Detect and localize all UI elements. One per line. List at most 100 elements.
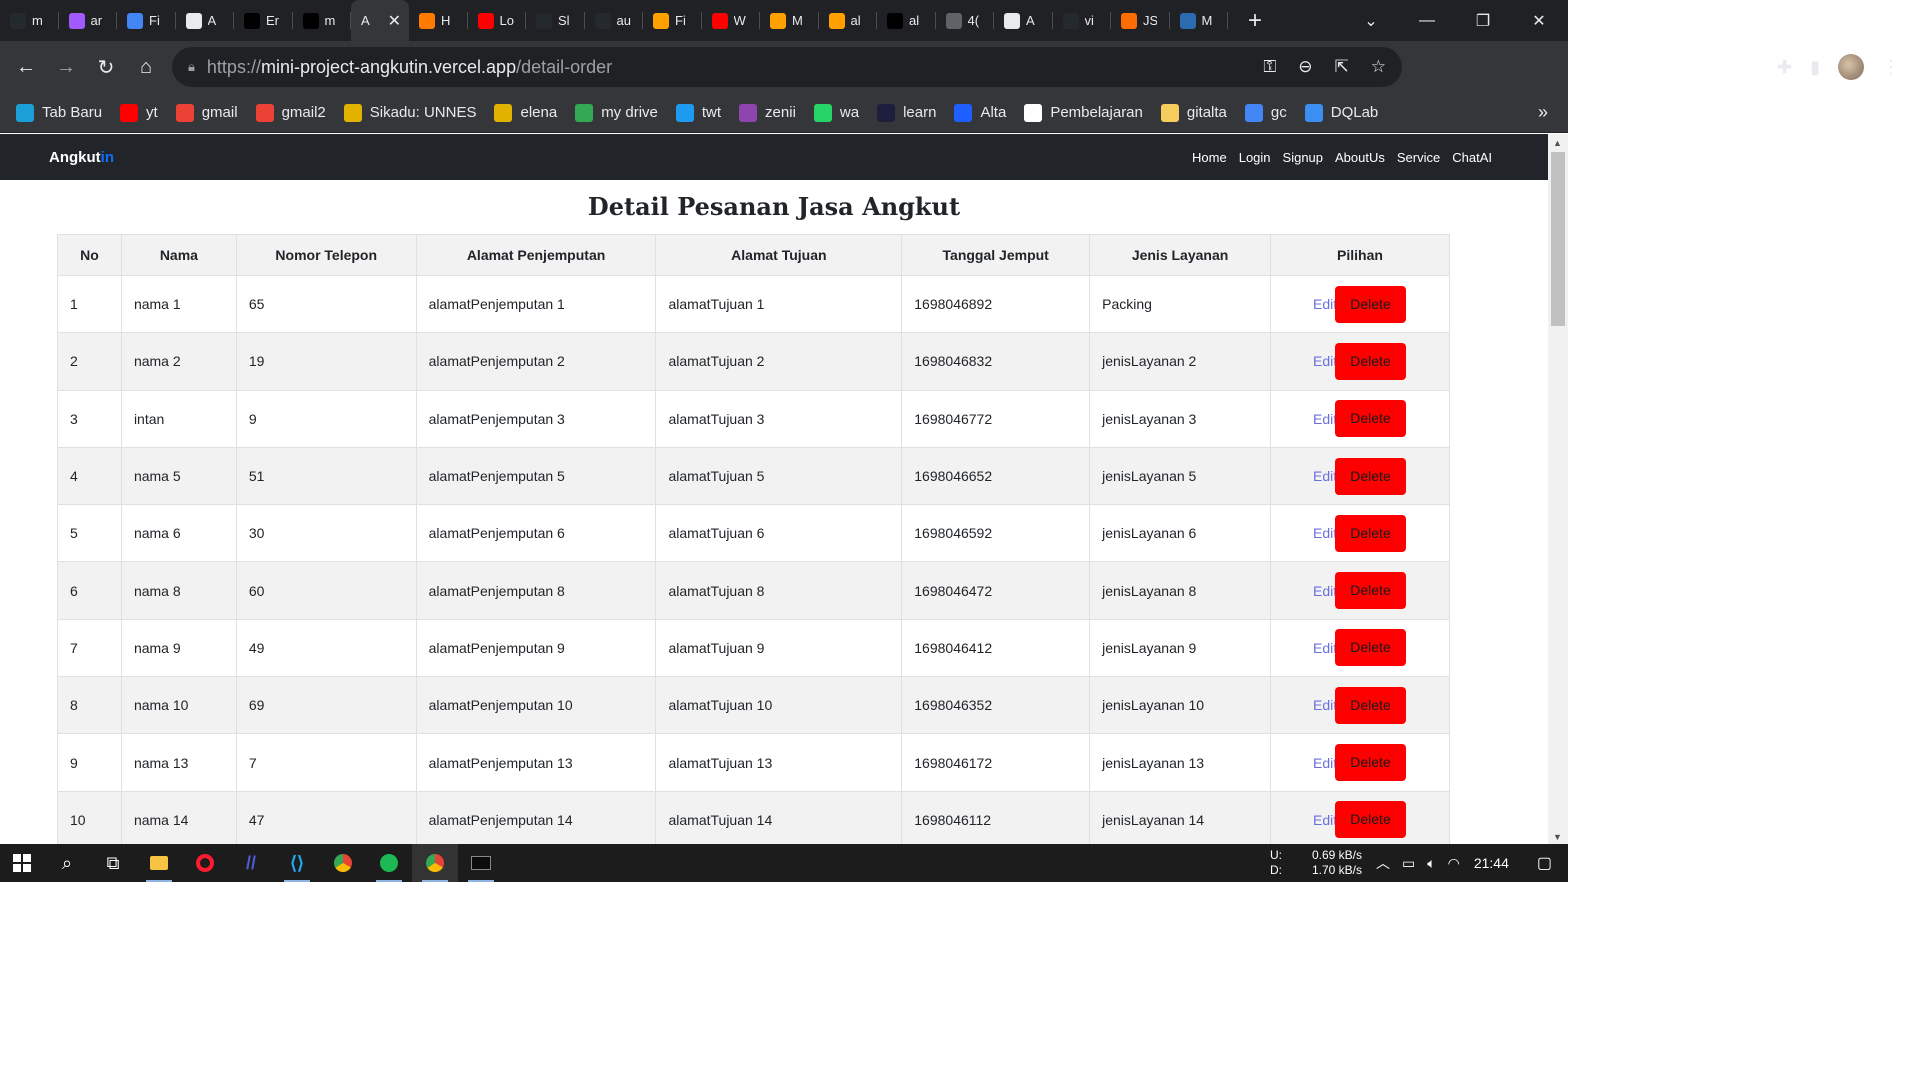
wifi-icon[interactable]: ◠ bbox=[1448, 855, 1460, 872]
browser-tab[interactable]: Lo bbox=[468, 0, 527, 41]
edit-link[interactable]: Edit bbox=[1313, 411, 1335, 427]
notification-icon[interactable]: ▢ bbox=[1537, 853, 1552, 873]
edit-link[interactable]: Edit bbox=[1313, 583, 1335, 599]
nav-link-service[interactable]: Service bbox=[1397, 150, 1440, 165]
forward-icon[interactable]: → bbox=[46, 47, 86, 87]
reload-icon[interactable]: ↻ bbox=[86, 47, 126, 87]
browser-tab[interactable]: au bbox=[585, 0, 644, 41]
restore-icon[interactable]: ❐ bbox=[1455, 0, 1511, 41]
edit-link[interactable]: Edit bbox=[1313, 812, 1335, 828]
clock[interactable]: 21:44 bbox=[1474, 855, 1509, 871]
terminal-icon[interactable] bbox=[458, 844, 504, 882]
tab-search-icon[interactable]: ⌄ bbox=[1343, 0, 1399, 41]
side-panel-icon[interactable]: ▮ bbox=[1810, 57, 1820, 78]
delete-button[interactable]: Delete bbox=[1335, 629, 1406, 667]
nav-link-aboutus[interactable]: AboutUs bbox=[1335, 150, 1385, 165]
edit-link[interactable]: Edit bbox=[1313, 697, 1335, 713]
browser-tab[interactable]: m bbox=[0, 0, 59, 41]
battery-icon[interactable]: ▭ bbox=[1402, 855, 1415, 872]
zoom-icon[interactable]: ⊖ bbox=[1298, 57, 1312, 77]
delete-button[interactable]: Delete bbox=[1335, 285, 1406, 323]
bookmark-item[interactable]: DQLab bbox=[1304, 103, 1378, 122]
browser-tab[interactable]: al bbox=[877, 0, 936, 41]
menu-icon[interactable]: ⋮ bbox=[1882, 57, 1900, 78]
password-key-icon[interactable]: ⚿ bbox=[1263, 57, 1276, 77]
delete-button[interactable]: Delete bbox=[1335, 400, 1406, 438]
bookmark-item[interactable]: Sikadu: UNNES bbox=[343, 103, 476, 122]
editor-icon[interactable]: // bbox=[228, 844, 274, 882]
minimize-icon[interactable]: — bbox=[1399, 0, 1455, 41]
windows-start-icon[interactable] bbox=[0, 844, 44, 882]
nav-link-chatai[interactable]: ChatAI bbox=[1452, 150, 1492, 165]
file-explorer-icon[interactable] bbox=[136, 844, 182, 882]
browser-tab[interactable]: Er bbox=[234, 0, 293, 41]
browser-tab[interactable]: Sl bbox=[526, 0, 585, 41]
share-icon[interactable]: ⇱ bbox=[1335, 57, 1349, 77]
bookmark-item[interactable]: gmail bbox=[175, 103, 238, 122]
browser-tab[interactable]: A bbox=[994, 0, 1053, 41]
scrollbar-thumb[interactable] bbox=[1551, 152, 1565, 326]
back-icon[interactable]: ← bbox=[6, 47, 46, 87]
chevron-up-icon[interactable]: ︿ bbox=[1376, 853, 1390, 873]
bookmark-item[interactable]: gitalta bbox=[1160, 103, 1227, 122]
address-bar[interactable]: 🔒︎ https://mini-project-angkutin.vercel.… bbox=[172, 47, 1402, 87]
nav-link-home[interactable]: Home bbox=[1192, 150, 1227, 165]
browser-tab[interactable]: Fi bbox=[117, 0, 176, 41]
delete-button[interactable]: Delete bbox=[1335, 572, 1406, 610]
edit-link[interactable]: Edit bbox=[1313, 640, 1335, 656]
edit-link[interactable]: Edit bbox=[1313, 525, 1335, 541]
search-icon[interactable]: ⌕ bbox=[44, 844, 90, 882]
browser-tab[interactable]: W bbox=[702, 0, 761, 41]
tab-active[interactable]: A ✕ bbox=[351, 0, 409, 41]
task-view-icon[interactable]: ⧉ bbox=[90, 844, 136, 882]
page-scrollbar[interactable]: ▲ ▼ bbox=[1548, 134, 1568, 844]
nav-link-login[interactable]: Login bbox=[1239, 150, 1271, 165]
browser-tab[interactable]: JS bbox=[1111, 0, 1170, 41]
bookmark-item[interactable]: learn bbox=[877, 103, 936, 122]
bookmark-item[interactable]: Pembelajaran bbox=[1024, 103, 1143, 122]
edit-link[interactable]: Edit bbox=[1313, 353, 1335, 369]
bookmark-item[interactable]: elena bbox=[494, 103, 557, 122]
edit-link[interactable]: Edit bbox=[1313, 296, 1335, 312]
delete-button[interactable]: Delete bbox=[1335, 801, 1406, 839]
scroll-up-icon[interactable]: ▲ bbox=[1553, 138, 1562, 148]
scroll-down-icon[interactable]: ▼ bbox=[1553, 832, 1562, 842]
browser-tab[interactable]: 4( bbox=[936, 0, 995, 41]
new-tab-icon[interactable]: + bbox=[1238, 4, 1272, 38]
close-window-icon[interactable]: ✕ bbox=[1511, 0, 1567, 41]
opera-icon[interactable] bbox=[182, 844, 228, 882]
browser-tab[interactable]: M bbox=[760, 0, 819, 41]
bookmarks-overflow-icon[interactable]: » bbox=[1538, 102, 1548, 123]
home-icon[interactable]: ⌂ bbox=[126, 47, 166, 87]
chrome-icon[interactable] bbox=[320, 844, 366, 882]
bookmark-item[interactable]: my drive bbox=[575, 103, 658, 122]
profile-avatar[interactable] bbox=[1838, 54, 1864, 80]
spotify-icon[interactable] bbox=[366, 844, 412, 882]
browser-tab[interactable]: H bbox=[409, 0, 468, 41]
browser-tab[interactable]: ar bbox=[59, 0, 118, 41]
bookmark-item[interactable]: zenii bbox=[739, 103, 796, 122]
bookmark-item[interactable]: gmail2 bbox=[255, 103, 326, 122]
chrome-active-icon[interactable] bbox=[412, 844, 458, 882]
vscode-icon[interactable]: ⟨⟩ bbox=[274, 844, 320, 882]
browser-tab[interactable]: al bbox=[819, 0, 878, 41]
browser-tab[interactable]: vi bbox=[1053, 0, 1112, 41]
bookmark-star-icon[interactable]: ☆ bbox=[1371, 57, 1386, 77]
volume-icon[interactable]: 🔈︎ bbox=[1427, 855, 1435, 872]
browser-tab[interactable]: Fi bbox=[643, 0, 702, 41]
brand-logo[interactable]: Angkutin bbox=[49, 149, 114, 166]
close-tab-icon[interactable]: ✕ bbox=[388, 11, 401, 31]
bookmark-item[interactable]: gc bbox=[1244, 103, 1287, 122]
edit-link[interactable]: Edit bbox=[1313, 755, 1335, 771]
bookmark-item[interactable]: Alta bbox=[954, 103, 1006, 122]
bookmark-item[interactable]: Tab Baru bbox=[16, 103, 102, 122]
delete-button[interactable]: Delete bbox=[1335, 342, 1406, 380]
edit-link[interactable]: Edit bbox=[1313, 468, 1335, 484]
extensions-icon[interactable]: ✚ bbox=[1777, 57, 1792, 78]
delete-button[interactable]: Delete bbox=[1335, 514, 1406, 552]
delete-button[interactable]: Delete bbox=[1335, 686, 1406, 724]
delete-button[interactable]: Delete bbox=[1335, 457, 1406, 495]
nav-link-signup[interactable]: Signup bbox=[1283, 150, 1323, 165]
bookmark-item[interactable]: twt bbox=[675, 103, 721, 122]
browser-tab[interactable]: M bbox=[1170, 0, 1229, 41]
